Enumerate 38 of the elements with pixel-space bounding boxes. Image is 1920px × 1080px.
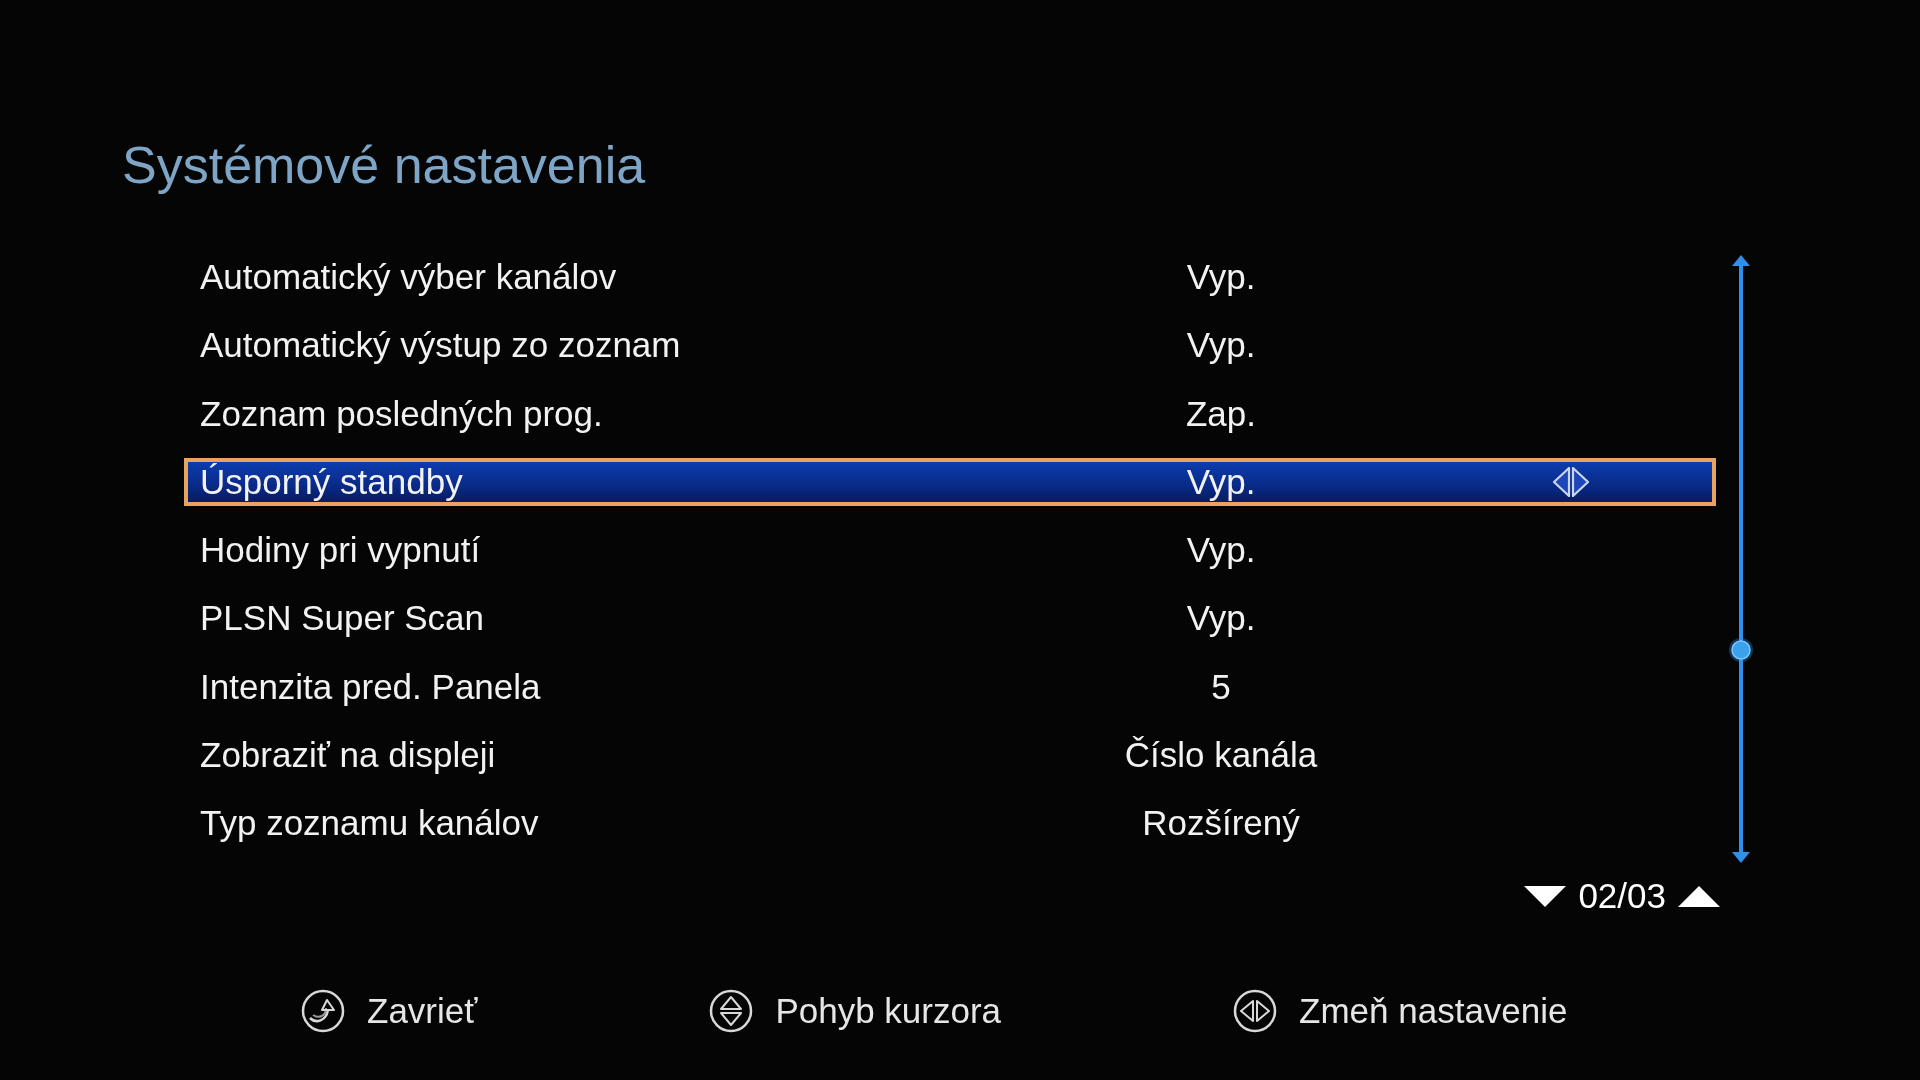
setting-value: Vyp. [1186,461,1256,502]
setting-value: Vyp. [1186,598,1256,639]
setting-label: Automatický výstup zo zoznam [200,325,681,366]
setting-label: Úsporný standby [200,461,463,502]
setting-value: 5 [1211,666,1231,707]
menu-item[interactable]: Zoznam posledných prog. Zap. [184,389,1716,438]
menu-item[interactable]: Typ zoznamu kanálov Rozšírený [184,799,1716,847]
setting-value: Vyp. [1186,257,1256,297]
scrollbar[interactable] [1729,255,1753,863]
menu-item[interactable]: Automatický výber kanálov Vyp. [184,253,1716,301]
up-triangle-icon[interactable] [1678,885,1720,907]
setting-label: Zobraziť na displeji [200,734,496,775]
setting-value: Vyp. [1186,530,1256,570]
setting-label: PLSN Super Scan [200,598,485,639]
up-down-arrows-icon [708,988,755,1034]
setting-value: Zap. [1185,393,1256,434]
setting-label: Hodiny pri vypnutí [200,530,481,570]
setting-value: Vyp. [1186,325,1256,366]
menu-item[interactable]: PLSN Super Scan Vyp. [184,594,1716,643]
menu-item[interactable]: Úsporný standby Vyp. [184,457,1716,506]
screen-title: Systémové nastavenia [122,135,646,196]
menu-item[interactable]: Automatický výstup zo zoznam Vyp. [184,321,1716,370]
hint-label: Zmeň nastavenie [1299,991,1568,1031]
menu-item[interactable]: Intenzita pred. Panela 5 [184,662,1716,711]
setting-value: Rozšírený [1142,803,1300,843]
menu-item[interactable]: Hodiny pri vypnutí Vyp. [184,526,1716,574]
menu-item[interactable]: Zobraziť na displeji Číslo kanála [184,730,1716,779]
left-right-arrows-icon [1552,466,1590,497]
page-indicator: 02/03 [1578,876,1666,916]
setting-label: Intenzita pred. Panela [200,666,541,707]
setting-label: Zoznam posledných prog. [200,393,603,434]
hint-label: Zavrieť [367,991,478,1031]
setting-value: Číslo kanála [1124,734,1318,775]
down-triangle-icon[interactable] [1524,885,1567,907]
setting-label: Automatický výber kanálov [200,257,617,297]
left-right-arrows-icon [1232,988,1279,1034]
hint-label: Pohyb kurzora [775,991,1002,1031]
setting-label: Typ zoznamu kanálov [200,803,539,843]
